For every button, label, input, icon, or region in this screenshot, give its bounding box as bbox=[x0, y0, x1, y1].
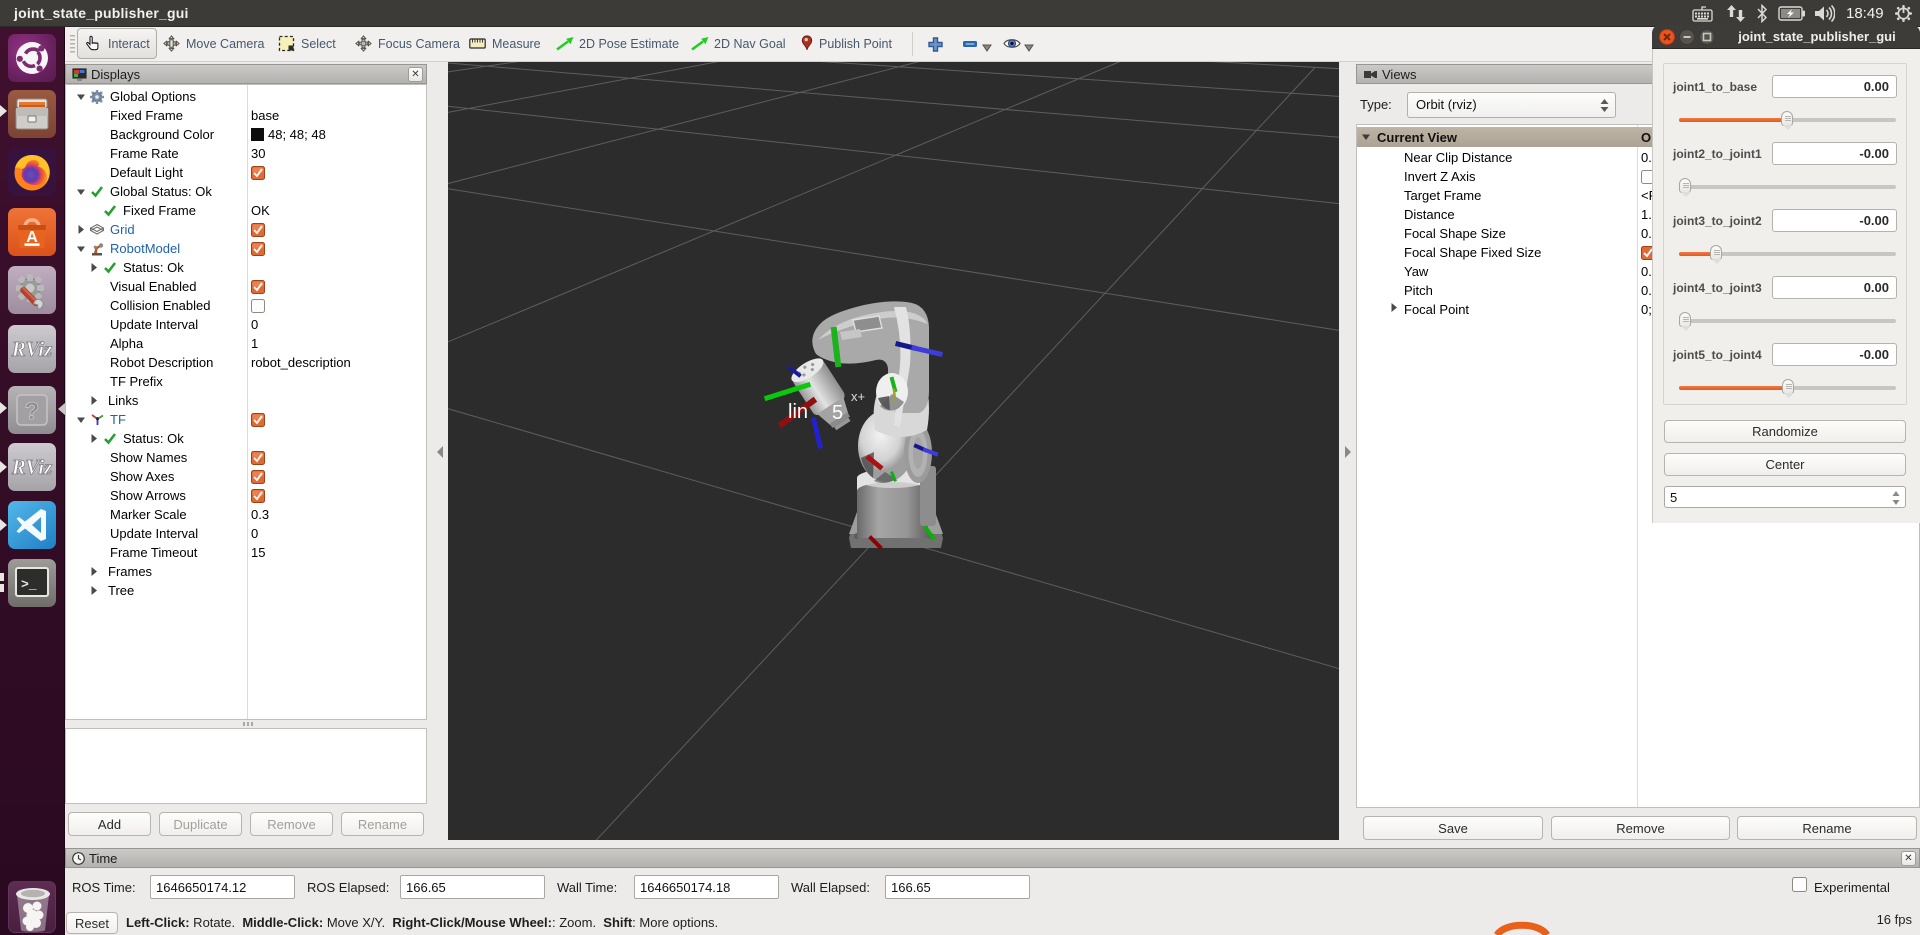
svg-text:?: ? bbox=[25, 398, 40, 425]
svg-text:lin: lin bbox=[788, 401, 808, 423]
svg-text:RViz: RViz bbox=[11, 337, 53, 361]
svg-text:>_: >_ bbox=[21, 577, 37, 592]
svg-text:x+: x+ bbox=[851, 389, 865, 404]
svg-text:5: 5 bbox=[832, 402, 843, 424]
svg-text:RViz: RViz bbox=[11, 455, 53, 479]
